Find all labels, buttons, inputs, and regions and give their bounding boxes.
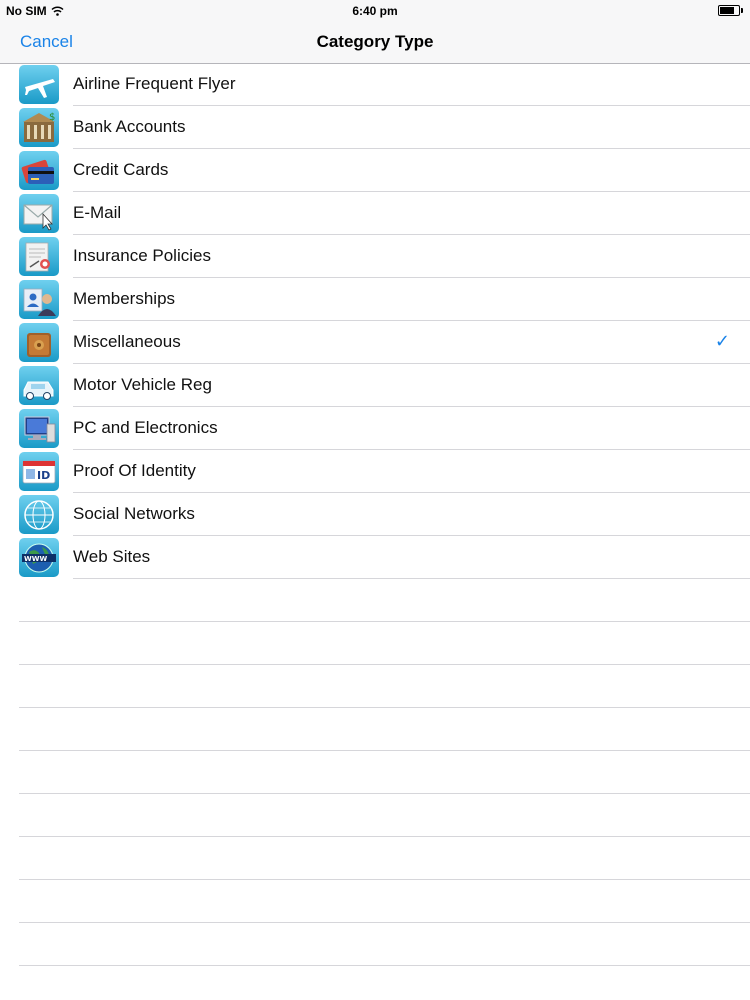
- category-list: Airline Frequent Flyer $ Bank Accounts Cred…: [0, 63, 750, 579]
- category-row[interactable]: E-Mail: [0, 192, 750, 235]
- category-row[interactable]: Miscellaneous ✓: [0, 321, 750, 364]
- empty-row-separator: [19, 750, 750, 751]
- category-row[interactable]: Airline Frequent Flyer: [0, 63, 750, 106]
- category-row[interactable]: Social Networks: [0, 493, 750, 536]
- svg-text:WWW: WWW: [24, 555, 47, 563]
- membership-icon: [19, 280, 59, 319]
- checkmark-icon: ✓: [714, 331, 730, 351]
- category-label: Web Sites: [73, 547, 151, 566]
- category-row[interactable]: Insurance Policies: [0, 235, 750, 278]
- www-globe-icon: WWW: [19, 538, 59, 577]
- category-row[interactable]: $ Bank Accounts: [0, 106, 750, 149]
- insurance-icon: [19, 237, 59, 276]
- status-time: 6:40 pm: [352, 4, 398, 18]
- id-card-icon: ID: [19, 452, 59, 491]
- empty-row-separator: [19, 664, 750, 665]
- category-row[interactable]: WWW Web Sites: [0, 536, 750, 579]
- credit-card-icon: [19, 151, 59, 190]
- empty-row-separator: [19, 922, 750, 923]
- category-label: Memberships: [73, 289, 176, 308]
- miscellaneous-icon: [19, 323, 59, 362]
- email-icon: [19, 194, 59, 233]
- globe-network-icon: [19, 495, 59, 534]
- bank-icon: $: [19, 108, 59, 147]
- status-bar: No SIM 6:40 pm: [0, 0, 750, 22]
- category-row[interactable]: PC and Electronics: [0, 407, 750, 450]
- category-label: Miscellaneous: [73, 332, 181, 351]
- empty-row-separator: [19, 793, 750, 794]
- row-separator: [73, 578, 750, 579]
- category-label: Motor Vehicle Reg: [73, 375, 212, 394]
- category-row[interactable]: Memberships: [0, 278, 750, 321]
- category-row[interactable]: ID Proof Of Identity: [0, 450, 750, 493]
- category-label: PC and Electronics: [73, 418, 218, 437]
- empty-row-separator: [19, 879, 750, 880]
- vehicle-icon: [19, 366, 59, 405]
- navigation-bar: Cancel Category Type: [0, 22, 750, 64]
- empty-row-separator: [19, 836, 750, 837]
- category-label: Airline Frequent Flyer: [73, 74, 236, 93]
- empty-row-separator: [19, 965, 750, 966]
- page-title: Category Type: [316, 32, 434, 51]
- category-label: E-Mail: [73, 203, 122, 222]
- category-label: Social Networks: [73, 504, 195, 523]
- category-label: Credit Cards: [73, 160, 169, 179]
- computer-icon: [19, 409, 59, 448]
- category-label: Insurance Policies: [73, 246, 211, 265]
- category-label: Bank Accounts: [73, 117, 186, 136]
- svg-text:$: $: [49, 112, 55, 123]
- empty-row-separator: [19, 707, 750, 708]
- category-row[interactable]: Credit Cards: [0, 149, 750, 192]
- category-row[interactable]: Motor Vehicle Reg: [0, 364, 750, 407]
- svg-text:ID: ID: [37, 469, 50, 482]
- empty-row-separator: [19, 621, 750, 622]
- battery-icon: [718, 5, 743, 16]
- airplane-icon: [19, 65, 59, 104]
- category-label: Proof Of Identity: [73, 461, 196, 480]
- battery-fill: [720, 7, 734, 14]
